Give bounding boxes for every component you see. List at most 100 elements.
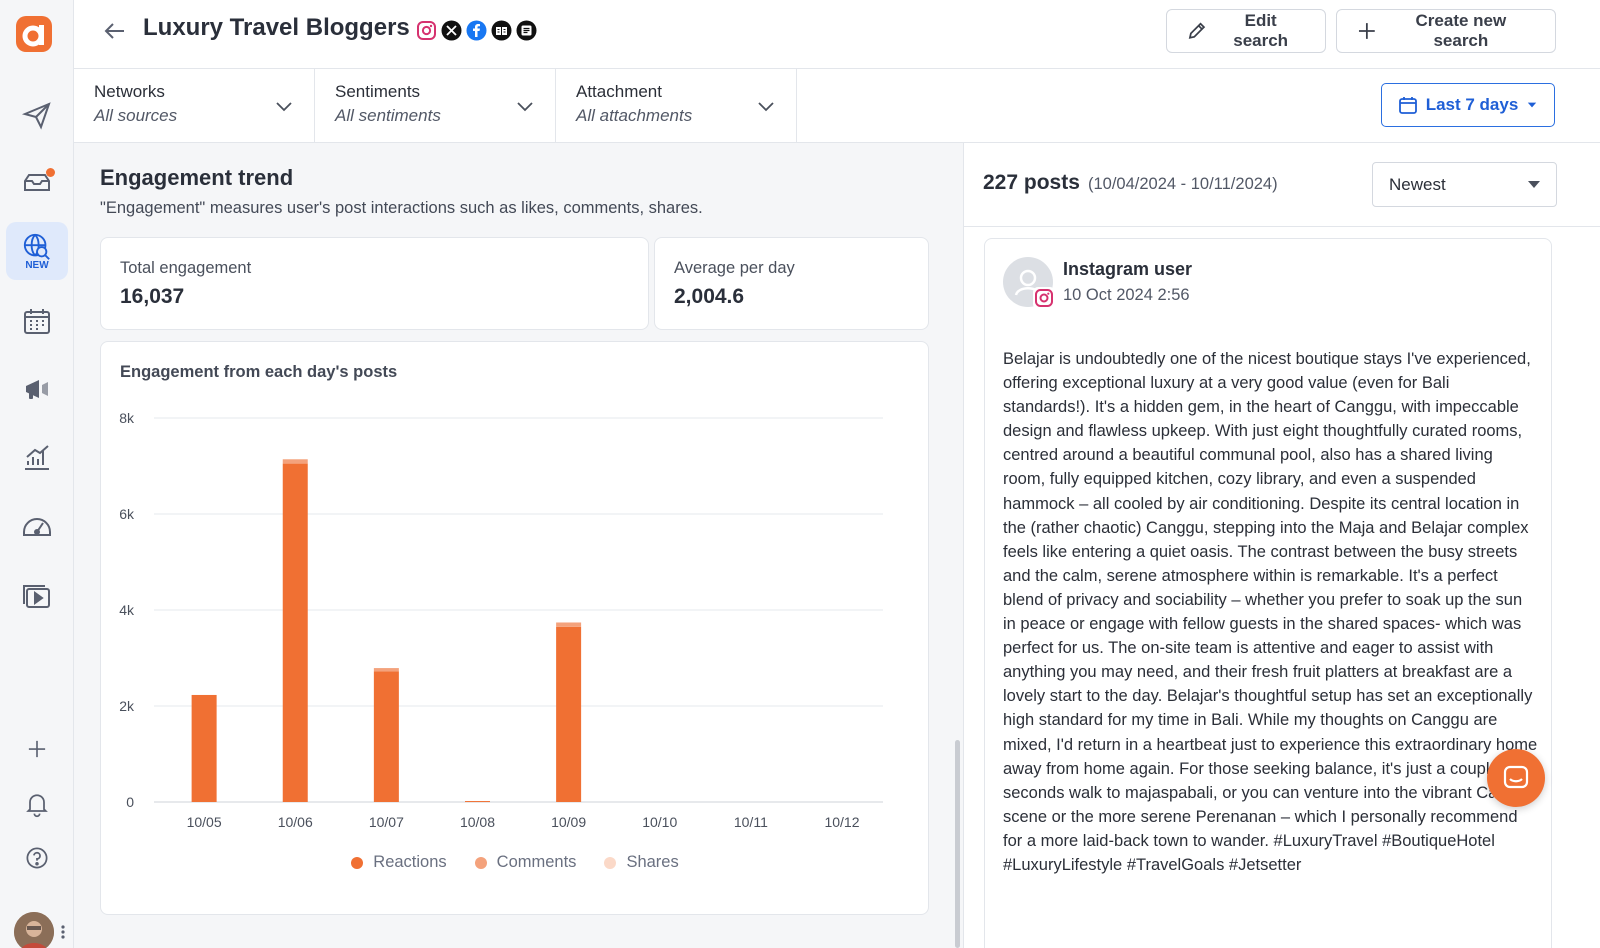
sort-value: Newest [1389, 175, 1446, 194]
engagement-panel: Engagement trend "Engagement" measures u… [74, 143, 963, 948]
rail-listening[interactable]: NEW [6, 222, 68, 280]
filter-value: All sentiments [335, 106, 441, 125]
back-arrow-icon[interactable] [102, 18, 128, 44]
new-badge: NEW [25, 259, 49, 271]
dashboard-icon [23, 518, 51, 536]
rail-add[interactable] [6, 720, 68, 778]
stat-value: 16,037 [120, 285, 185, 308]
rail-media[interactable] [6, 567, 68, 625]
y-tick-label: 6k [119, 506, 135, 522]
page-title: Luxury Travel Bloggers [143, 14, 410, 41]
date-range-label: Last 7 days [1425, 95, 1519, 114]
rail-calendar[interactable] [6, 292, 68, 350]
legend-label: Reactions [373, 853, 447, 871]
bar-comments[interactable] [556, 622, 582, 627]
pencil-icon [1188, 22, 1206, 39]
rail-analytics[interactable] [6, 428, 68, 486]
rail-help[interactable] [6, 829, 68, 887]
posts-date-range: (10/04/2024 - 10/11/2024) [1088, 175, 1278, 193]
bar-reactions[interactable] [464, 801, 490, 803]
filter-attachment[interactable]: Attachment All attachments [556, 69, 797, 143]
calendar-icon [24, 309, 50, 334]
bar-comments[interactable] [282, 459, 308, 464]
filter-sentiments[interactable]: Sentiments All sentiments [315, 69, 556, 143]
filter-networks[interactable]: Networks All sources [74, 69, 315, 143]
rail-notifications[interactable] [6, 775, 68, 833]
chevron-down-icon [517, 102, 533, 112]
filter-label: Sentiments [335, 82, 421, 101]
bar-reactions[interactable] [373, 671, 399, 802]
filter-bar: Networks All sources Sentiments All sent… [74, 69, 1600, 143]
engagement-chart-card: Engagement from each day's posts 0 2k 4k 6k… [100, 341, 929, 915]
x-tick-label: 10/08 [460, 814, 495, 830]
post-timestamp: 10 Oct 2024 2:56 [1063, 286, 1190, 304]
bar-reactions[interactable] [282, 463, 308, 802]
bar-reactions[interactable] [556, 626, 582, 802]
average-engagement-card: Average per day 2,004.6 [654, 237, 929, 330]
chat-support-button[interactable] [1487, 749, 1545, 807]
campaigns-icon [26, 380, 48, 399]
legend-reactions[interactable]: Reactions [351, 853, 447, 872]
bar-comments[interactable] [373, 668, 399, 672]
rail-campaigns[interactable] [6, 360, 68, 418]
date-range-button[interactable]: Last 7 days [1381, 83, 1555, 127]
create-search-button[interactable]: Create new search [1336, 9, 1556, 53]
post-body: Belajar is undoubtedly one of the nicest… [1003, 350, 1538, 874]
media-icon [23, 585, 50, 608]
x-icon [441, 20, 462, 41]
legend-shares[interactable]: Shares [604, 853, 679, 872]
analytics-icon [25, 445, 49, 470]
rail-publish[interactable] [6, 86, 68, 144]
inbox-unread-dot [46, 168, 55, 177]
post-card[interactable]: Instagram user 10 Oct 2024 2:56 Belajar … [984, 238, 1552, 948]
y-tick-label: 2k [119, 698, 135, 714]
x-tick-label: 10/10 [642, 814, 677, 830]
x-tick-label: 10/12 [824, 814, 859, 830]
avatar-image [14, 912, 54, 948]
caret-down-icon [1528, 181, 1540, 188]
y-tick-label: 8k [119, 410, 135, 426]
caret-down-icon [1528, 102, 1537, 108]
x-tick-label: 10/07 [369, 814, 404, 830]
user-avatar[interactable] [14, 912, 54, 948]
network-icons [416, 20, 537, 41]
x-tick-label: 10/09 [551, 814, 586, 830]
app-logo[interactable] [16, 16, 52, 52]
bell-icon [26, 794, 48, 818]
chat-icon [1503, 765, 1529, 789]
reviews-icon [491, 20, 512, 41]
help-icon [26, 847, 48, 869]
sidebar-rail: NEW [0, 0, 74, 948]
app-root: NEW Luxury Travel Bloggers Edit search C… [0, 0, 1600, 948]
listening-icon [23, 233, 50, 260]
bar-reactions[interactable] [191, 694, 217, 802]
edit-search-button[interactable]: Edit search [1166, 9, 1326, 53]
news-icon [516, 20, 537, 41]
stat-label: Average per day [674, 259, 795, 277]
legend-label: Comments [496, 853, 577, 871]
rail-inbox[interactable] [6, 152, 68, 210]
add-icon [28, 740, 46, 758]
stat-value: 2,004.6 [674, 285, 745, 308]
instagram-icon [1033, 287, 1055, 309]
page-header: Luxury Travel Bloggers Edit search Creat… [74, 0, 1600, 69]
calendar-icon [1398, 97, 1417, 114]
main-scrollbar[interactable] [955, 740, 960, 948]
sort-select[interactable]: Newest [1372, 162, 1557, 207]
total-engagement-card: Total engagement 16,037 [100, 237, 649, 330]
posts-count: 227 posts [983, 171, 1080, 194]
engagement-bar-chart: 0 2k 4k 6k 8k 10/05 10/06 10/07 10/08 10/09 10/10 1… [119, 410, 883, 830]
plus-icon [1358, 23, 1375, 39]
more-vertical-icon[interactable] [60, 924, 66, 940]
filter-label: Attachment [576, 82, 662, 101]
rail-dashboard[interactable] [6, 497, 68, 555]
facebook-icon [466, 20, 487, 41]
y-tick-label: 0 [126, 794, 134, 810]
stat-label: Total engagement [120, 259, 252, 277]
legend-comments[interactable]: Comments [474, 853, 577, 872]
post-author[interactable]: Instagram user [1063, 259, 1192, 280]
y-tick-label: 4k [119, 602, 135, 618]
chart-legend: Reactions Comments Shares [101, 853, 929, 872]
filter-label: Networks [94, 82, 165, 101]
chevron-down-icon [758, 102, 774, 112]
